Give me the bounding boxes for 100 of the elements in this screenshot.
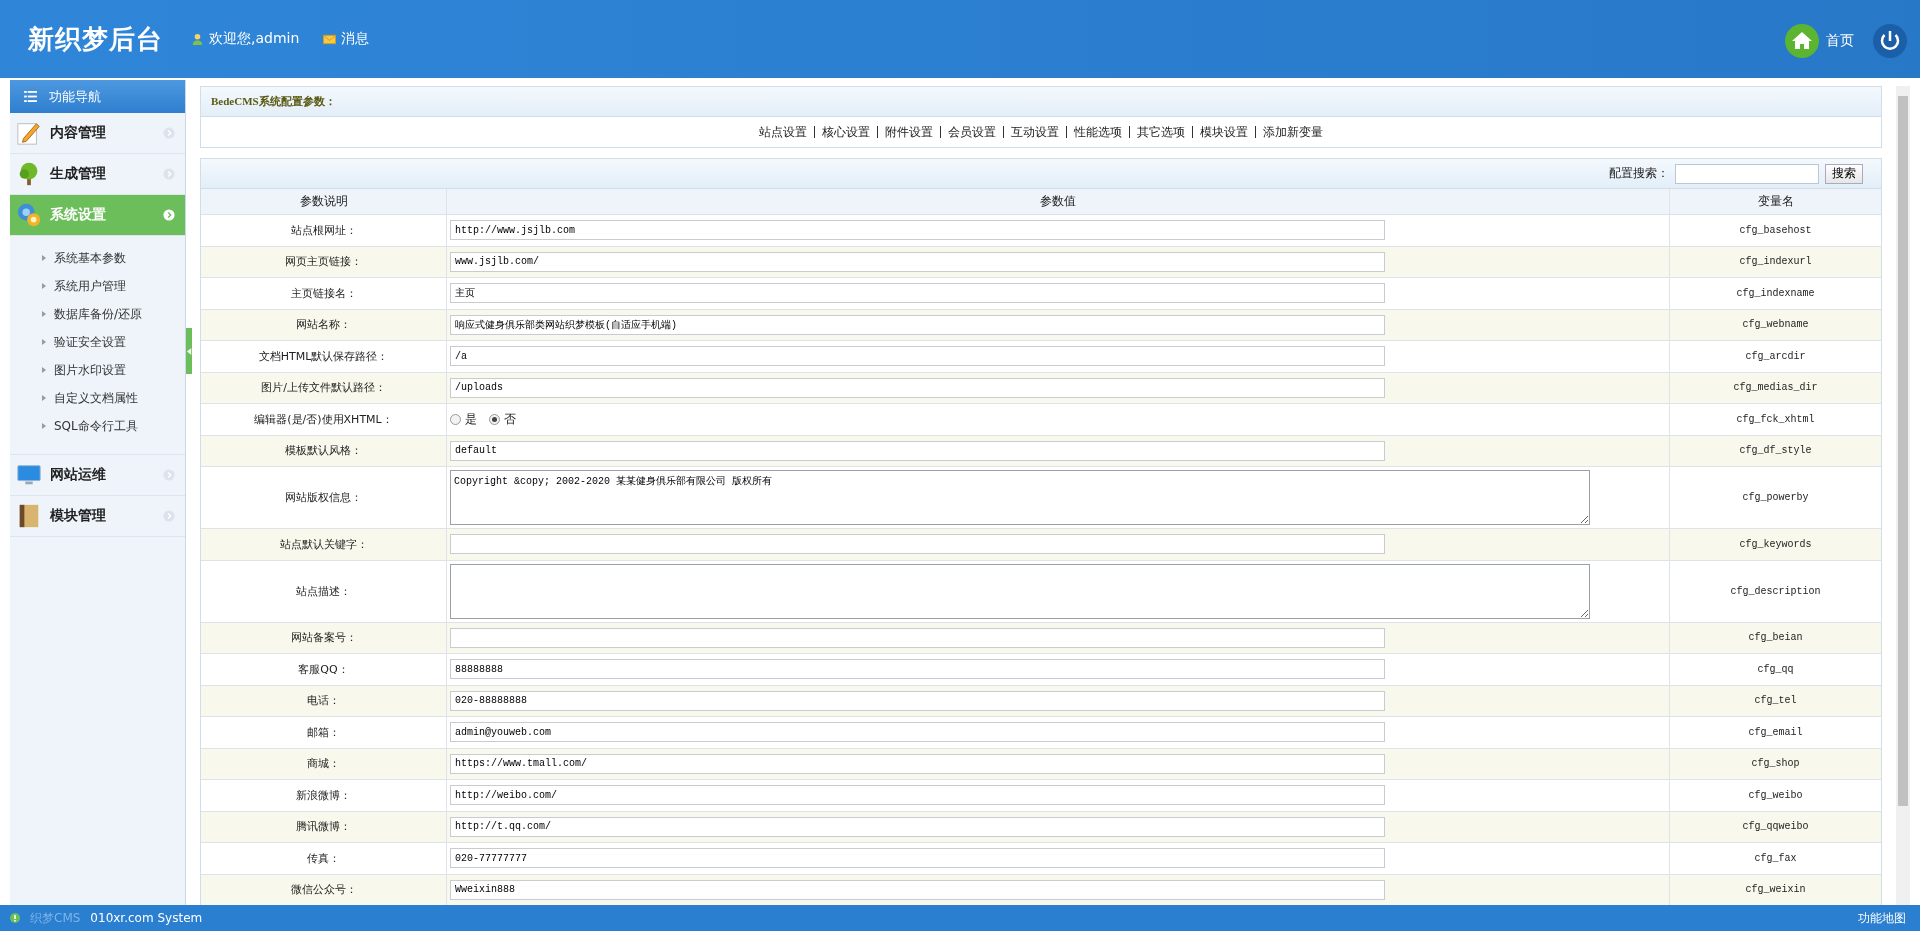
envelope-icon [323,32,337,46]
logo-text: 新织梦后台 [28,22,163,56]
param-label: 电话： [306,693,341,710]
home-link[interactable]: 首页 [1826,32,1854,50]
search-field[interactable] [1675,163,1819,184]
variable-name: cfg_weixin [1744,883,1807,898]
text-area[interactable]: Copyright &copy; 2002-2020 某某健身俱乐部有限公司 版权所有 [450,470,1590,525]
radio-option[interactable]: 否 [489,410,516,428]
chevron-icon [163,510,175,522]
param-label: 主页链接名： [289,285,358,302]
sidebar-link[interactable]: 验证安全设置 [42,328,185,356]
panel-title: BedeCMS系统配置参数： [211,94,336,109]
text-field[interactable]: 88888888 [450,659,1385,680]
text-area[interactable] [450,563,1590,619]
chevron-icon [163,127,175,139]
text-field[interactable]: 020-88888888 [450,690,1385,711]
text-field[interactable]: /uploads [450,377,1385,398]
param-label: 站点描述： [295,583,352,600]
sitemap-link[interactable]: 功能地图 [1858,909,1906,927]
variable-name: cfg_medias_dir [1732,381,1819,396]
text-field[interactable]: default [450,440,1385,461]
home-icon[interactable] [1784,23,1820,59]
welcome-link[interactable]: 欢迎您,admin [191,30,300,48]
search-label: 配置搜索： [1609,165,1669,182]
variable-name: cfg_email [1747,725,1804,740]
param-label: 图片/上传文件默认路径： [260,380,387,397]
settings-tab[interactable]: 互动设置 [1011,123,1059,141]
text-field[interactable]: 主页 [450,283,1385,304]
variable-name: cfg_description [1729,584,1822,599]
variable-name: cfg_qqweibo [1741,820,1810,835]
user-icon [191,32,204,46]
param-label: 模板默认风格： [284,443,363,460]
param-label: 商城： [306,756,341,773]
column-header: 变量名 [1756,193,1795,210]
variable-name: cfg_basehost [1738,223,1813,238]
text-field[interactable]: http://www.jsjlb.com [450,220,1385,241]
settings-tab[interactable]: 核心设置 [822,123,870,141]
param-label: 微信公众号： [289,882,358,899]
text-field[interactable]: www.jsjlb.com/ [450,251,1385,272]
text-field[interactable] [450,627,1385,648]
info-icon [10,913,20,923]
sidebar-link[interactable]: 图片水印设置 [42,356,185,384]
pencil-icon [16,120,42,146]
sidebar-link[interactable]: 自定义文档属性 [42,384,185,412]
settings-tab[interactable]: 模块设置 [1200,123,1248,141]
sidebar-link[interactable]: 系统用户管理 [42,272,185,300]
collapse-handle[interactable] [186,328,192,374]
text-field[interactable]: https://www.tmall.com/ [450,753,1385,774]
param-label: 客服QQ： [297,661,350,678]
variable-name: cfg_fck_xhtml [1735,412,1816,427]
settings-tab[interactable]: 添加新变量 [1263,123,1323,141]
search-button[interactable]: 搜索 [1825,163,1863,184]
settings-tab[interactable]: 站点设置 [759,123,807,141]
chevron-icon [163,168,175,180]
variable-name: cfg_indexname [1735,286,1816,301]
text-field[interactable]: http://t.qq.com/ [450,816,1385,837]
param-label: 站点默认关键字： [278,536,369,553]
variable-name: cfg_beian [1747,631,1804,646]
param-label: 编辑器(是/否)使用XHTML： [253,411,394,428]
text-field[interactable]: http://weibo.com/ [450,785,1385,806]
sidebar-link[interactable]: SQL命令行工具 [42,412,185,440]
sidebar-group[interactable]: 网站运维 [10,455,185,496]
brand-text: 织梦CMS [30,909,81,927]
messages-link[interactable]: 消息 [323,30,370,48]
param-label: 网页主页链接： [284,254,363,271]
sidebar-link[interactable]: 数据库备份/还原 [42,300,185,328]
text-field[interactable] [450,534,1385,555]
chevron-icon [163,469,175,481]
text-field[interactable]: /a [450,346,1385,367]
variable-name: cfg_tel [1753,694,1798,709]
param-label: 网站版权信息： [284,490,363,506]
variable-name: cfg_powerby [1741,491,1810,505]
scrollbar[interactable] [1896,86,1910,905]
column-header: 参数说明 [298,193,349,210]
nav-title: 功能导航 [49,87,101,106]
sidebar-group[interactable]: 模块管理 [10,496,185,537]
variable-name: cfg_df_style [1738,444,1813,459]
variable-name: cfg_keywords [1738,537,1813,552]
settings-tab[interactable]: 其它选项 [1137,123,1185,141]
power-icon[interactable] [1872,23,1908,59]
param-label: 网站备案号： [289,630,358,647]
text-field[interactable]: 020-77777777 [450,848,1385,869]
sidebar-link[interactable]: 系统基本参数 [42,244,185,272]
system-text: 010xr.com System [90,911,203,925]
column-header: 参数值 [446,189,1670,214]
variable-name: cfg_weibo [1747,788,1804,803]
radio-option[interactable]: 是 [450,410,477,428]
param-label: 腾讯微博： [295,819,352,836]
text-field[interactable]: 响应式健身俱乐部类网站织梦模板(自适应手机端) [450,314,1385,335]
settings-tab[interactable]: 性能选项 [1074,123,1122,141]
variable-name: cfg_fax [1753,851,1798,866]
text-field[interactable]: admin@youweb.com [450,722,1385,743]
settings-tab[interactable]: 附件设置 [885,123,933,141]
text-field[interactable]: Wweixin888 [450,879,1385,900]
param-label: 新浪微博： [295,787,352,804]
sidebar-group[interactable]: 内容管理 [10,113,185,154]
chevron-icon [163,209,175,221]
param-label: 文档HTML默认保存路径： [257,348,390,365]
settings-tab[interactable]: 会员设置 [948,123,996,141]
list-icon [24,91,37,102]
